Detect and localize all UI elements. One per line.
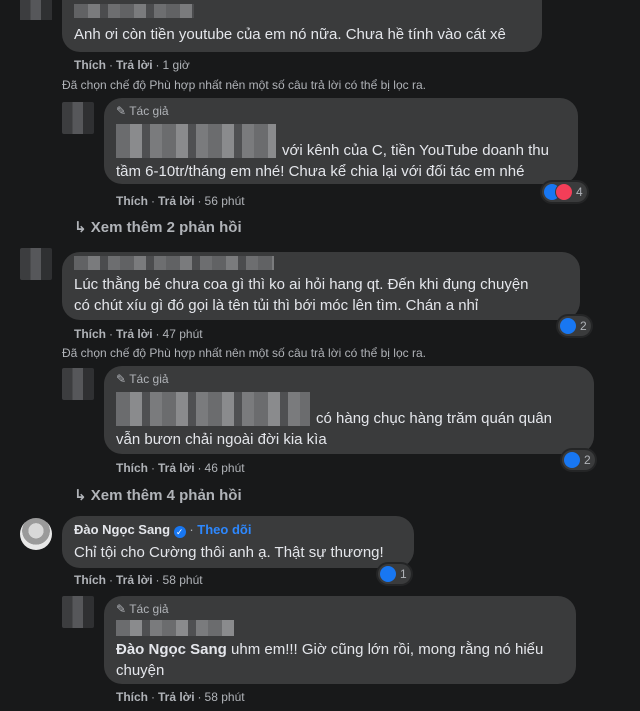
- like-reaction-icon: [560, 318, 576, 334]
- reply-link[interactable]: Trả lời: [116, 573, 153, 587]
- reply-actions: Thích · Trả lời · 56 phút: [116, 194, 245, 208]
- view-more-replies[interactable]: ↳ Xem thêm 4 phản hồi: [74, 486, 242, 504]
- like-reaction-icon: [564, 452, 580, 468]
- comment-author: Đào Ngọc Sang ✓ · Theo dõi: [74, 522, 252, 538]
- like-link[interactable]: Thích: [74, 327, 106, 341]
- author-badge: ✎ Tác giả: [116, 602, 169, 616]
- reply-link[interactable]: Trả lời: [158, 461, 195, 475]
- comment-text-line2: có chút xíu gì đó gọi là tên tủi thì bới…: [74, 297, 479, 314]
- avatar[interactable]: [62, 596, 94, 628]
- author-badge: ✎ Tác giả: [116, 104, 169, 118]
- timestamp[interactable]: 1 giờ: [163, 58, 190, 72]
- avatar[interactable]: [20, 248, 52, 280]
- reaction-summary[interactable]: 2: [558, 316, 591, 336]
- pencil-icon: ✎: [116, 602, 127, 616]
- filter-note: Đã chọn chế độ Phù hợp nhất nên một số c…: [62, 346, 426, 360]
- avatar[interactable]: [62, 102, 94, 134]
- like-link[interactable]: Thích: [116, 194, 148, 208]
- reply-arrow-icon: ↳: [74, 487, 87, 504]
- pencil-icon: ✎: [116, 372, 127, 386]
- reaction-summary[interactable]: 4: [542, 182, 587, 202]
- timestamp[interactable]: 58 phút: [205, 690, 245, 704]
- like-link[interactable]: Thích: [116, 690, 148, 704]
- reply-text-line2: tầm 6-10tr/tháng em nhé! Chưa kể chia lạ…: [116, 163, 525, 180]
- author-badge: ✎ Tác giả: [116, 372, 169, 386]
- like-link[interactable]: Thích: [116, 461, 148, 475]
- comment-actions: Thích · Trả lời · 58 phút: [74, 573, 203, 587]
- comment-actions: Thích · Trả lời · 1 giờ: [74, 58, 190, 72]
- reply-text-line1: Đào Ngọc Sang uhm em!!! Giờ cũng lớn rồi…: [116, 641, 544, 658]
- reply-link[interactable]: Trả lời: [116, 58, 153, 72]
- timestamp[interactable]: 58 phút: [163, 573, 203, 587]
- redacted-name: [74, 256, 274, 270]
- avatar[interactable]: [20, 0, 52, 20]
- reply-text-line1: có hàng chục hàng trăm quán quân: [316, 410, 553, 427]
- reply-arrow-icon: ↳: [74, 219, 87, 236]
- heart-reaction-icon: [556, 184, 572, 200]
- reaction-summary[interactable]: 1: [378, 564, 411, 584]
- redacted-name: [116, 392, 310, 426]
- comment-text: Chỉ tội cho Cường thôi anh ạ. Thật sự th…: [74, 544, 384, 561]
- timestamp[interactable]: 47 phút: [163, 327, 203, 341]
- pencil-icon: ✎: [116, 104, 127, 118]
- reply-text-line2: chuyện: [116, 662, 165, 679]
- reaction-summary[interactable]: 2: [562, 450, 595, 470]
- verified-icon: ✓: [173, 526, 186, 538]
- reply-actions: Thích · Trả lời · 58 phút: [116, 690, 245, 704]
- comment-text-line1: Lúc thằng bé chưa coa gì thì ko ai hỏi h…: [74, 276, 529, 293]
- like-reaction-icon: [380, 566, 396, 582]
- timestamp[interactable]: 56 phút: [205, 194, 245, 208]
- view-more-replies[interactable]: ↳ Xem thêm 2 phản hồi: [74, 218, 242, 236]
- reply-text-line1: với kênh của C, tiền YouTube doanh thu: [282, 142, 549, 159]
- like-link[interactable]: Thích: [74, 573, 106, 587]
- author-name[interactable]: Đào Ngọc Sang: [74, 522, 170, 537]
- reply-link[interactable]: Trả lời: [158, 690, 195, 704]
- like-link[interactable]: Thích: [74, 58, 106, 72]
- reply-text-line2: vẫn bươn chải ngoài đời kia kìa: [116, 431, 327, 448]
- redacted-name: [116, 620, 234, 636]
- avatar[interactable]: [62, 368, 94, 400]
- reply-actions: Thích · Trả lời · 46 phút: [116, 461, 245, 475]
- comment-text: Anh ơi còn tiền youtube của em nó nữa. C…: [74, 26, 506, 43]
- filter-note: Đã chọn chế độ Phù hợp nhất nên một số c…: [62, 78, 426, 92]
- comment-actions: Thích · Trả lời · 47 phút: [74, 327, 203, 341]
- redacted-name: [116, 124, 276, 158]
- mention-link[interactable]: Đào Ngọc Sang: [116, 641, 227, 658]
- avatar[interactable]: [20, 518, 52, 550]
- reply-link[interactable]: Trả lời: [116, 327, 153, 341]
- timestamp[interactable]: 46 phút: [205, 461, 245, 475]
- follow-link[interactable]: Theo dõi: [197, 522, 251, 537]
- redacted-name: [74, 4, 194, 18]
- reply-link[interactable]: Trả lời: [158, 194, 195, 208]
